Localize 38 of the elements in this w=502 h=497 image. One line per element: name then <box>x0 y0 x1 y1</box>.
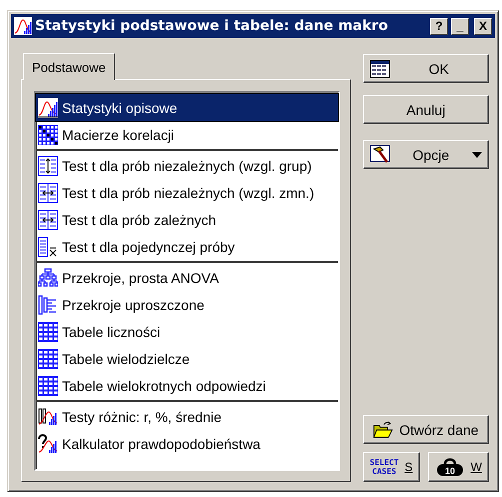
table-icon <box>38 322 58 342</box>
grid-icon <box>38 124 58 144</box>
branch-icon <box>38 294 58 314</box>
list-item[interactable]: Tabele wielodzielcze <box>36 345 338 372</box>
list-item[interactable]: Tabele wielokrotnych odpowiedzi <box>36 372 338 399</box>
list-item[interactable]: Test t dla prób zależnych <box>36 206 338 233</box>
hierarchy-icon <box>38 268 58 288</box>
dropdown-arrow-icon <box>472 152 482 158</box>
minimize-button[interactable]: _ <box>451 18 469 34</box>
table-icon <box>38 348 58 368</box>
help-button[interactable]: ? <box>430 18 448 34</box>
question-chart-icon <box>38 434 58 454</box>
list-item[interactable]: Test t dla pojedynczej próby <box>36 233 338 260</box>
list-item[interactable]: Tabele liczności <box>36 318 338 345</box>
list-item[interactable]: Przekroje uproszczone <box>36 291 338 318</box>
table-icon <box>38 376 58 396</box>
list-item[interactable]: Statystyki opisowe <box>36 94 338 121</box>
options-button[interactable]: Opcje <box>362 140 489 169</box>
select-cases-icon: SELECT CASES <box>370 458 399 476</box>
tab[interactable]: Podstawowe <box>23 53 115 80</box>
list-item[interactable]: Testy różnic: r, %, średnie <box>36 403 338 430</box>
list-mean-icon <box>38 236 58 256</box>
app-icon <box>14 17 32 35</box>
list-item[interactable]: Macierze korelacji <box>36 121 338 148</box>
ok-button[interactable]: OK <box>362 54 489 83</box>
cancel-button[interactable]: Anuluj <box>362 95 489 124</box>
list-item[interactable]: Test t dla prób niezależnych (wzgl. grup) <box>36 152 338 179</box>
table-icon <box>370 58 390 78</box>
weight-button[interactable]: 10 W <box>428 452 489 482</box>
list-item[interactable]: Kalkulator prawdopodobieństwa <box>36 430 338 457</box>
window-title: Statystyki podstawowe i tabele: dane makro <box>35 18 389 34</box>
chart-icon <box>38 406 58 426</box>
list-item[interactable]: Przekroje, prosta ANOVA <box>36 264 338 291</box>
hammer-icon <box>370 144 390 164</box>
open-data-button[interactable]: Otwórz dane <box>362 415 489 444</box>
close-button[interactable]: X <box>474 18 492 34</box>
folder-icon <box>373 420 394 440</box>
list-item[interactable]: Test t dla prób niezależnych (wzgl. zmn.) <box>36 179 338 206</box>
